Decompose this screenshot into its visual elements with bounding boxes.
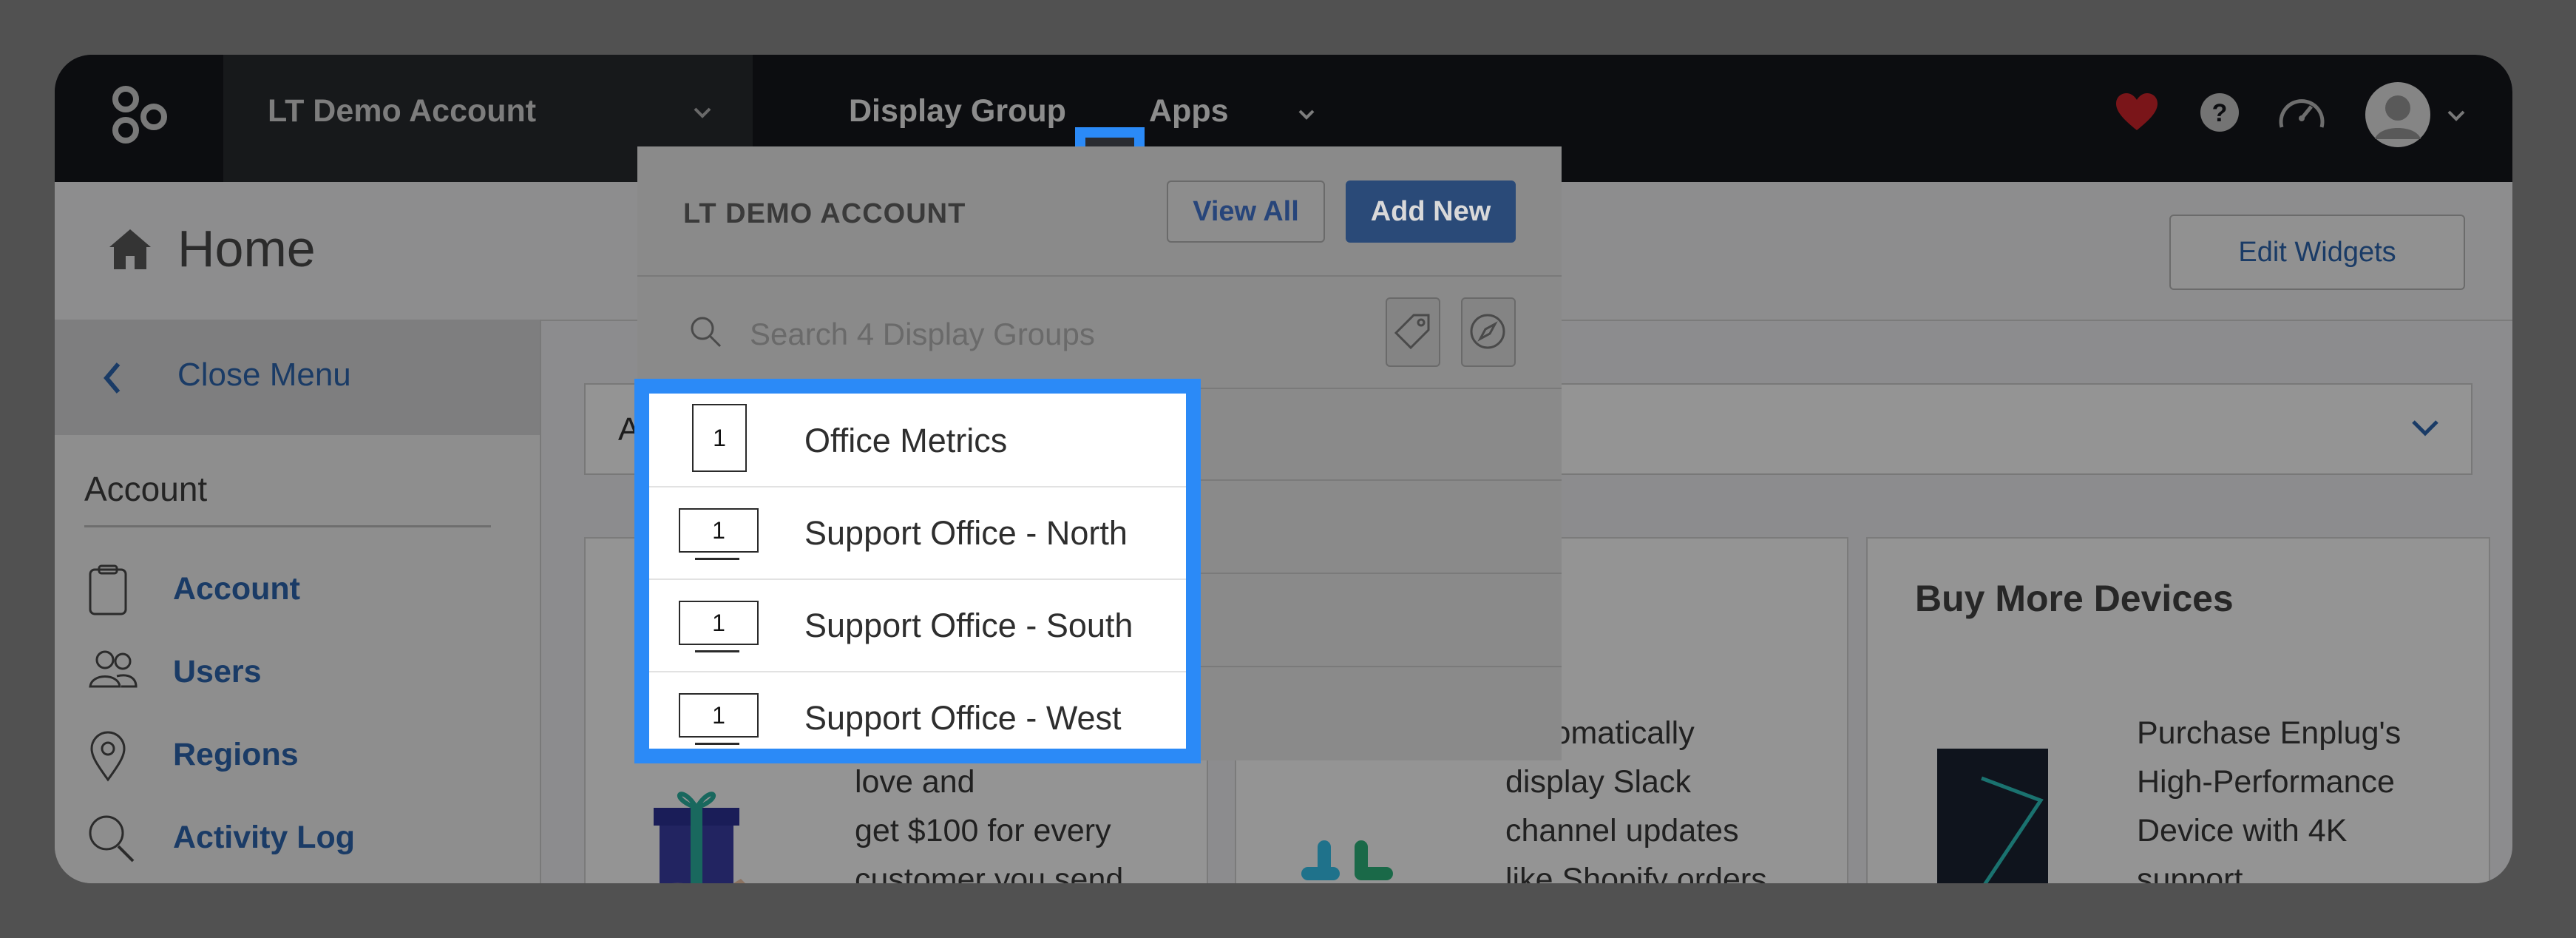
- display-group-name: Support Office - North: [804, 514, 1128, 552]
- display-group-name: Support Office - South: [804, 607, 1133, 644]
- dropdown-header: LT DEMO ACCOUNT View All Add New: [637, 146, 1562, 277]
- compass-icon: [1470, 314, 1505, 349]
- view-all-button[interactable]: View All: [1167, 180, 1325, 243]
- display-count-badge: 1: [679, 508, 759, 560]
- search-icon: [691, 317, 722, 348]
- display-group-item[interactable]: 1 Support Office - South: [649, 578, 1186, 672]
- display-count-badge: 1: [679, 601, 759, 652]
- display-group-search-input[interactable]: [748, 308, 1254, 361]
- display-group-name: Office Metrics: [804, 422, 1008, 459]
- tag-filter-button[interactable]: [1386, 297, 1440, 367]
- dropdown-account-heading: LT DEMO ACCOUNT: [683, 198, 966, 229]
- display-group-name: Support Office - West: [804, 699, 1122, 737]
- display-group-item[interactable]: 1 Office Metrics: [649, 394, 1186, 487]
- display-group-item[interactable]: 1 Support Office - West: [649, 671, 1186, 763]
- display-count-badge: 1: [679, 693, 759, 745]
- add-new-button[interactable]: Add New: [1346, 180, 1516, 243]
- display-group-item[interactable]: 1 Support Office - North: [649, 486, 1186, 580]
- display-group-list-highlight: 1 Office Metrics 1 Support Office - Nort…: [634, 379, 1201, 763]
- compass-filter-button[interactable]: [1461, 297, 1516, 367]
- tag-icon: [1394, 314, 1430, 350]
- display-count-badge: 1: [692, 404, 747, 472]
